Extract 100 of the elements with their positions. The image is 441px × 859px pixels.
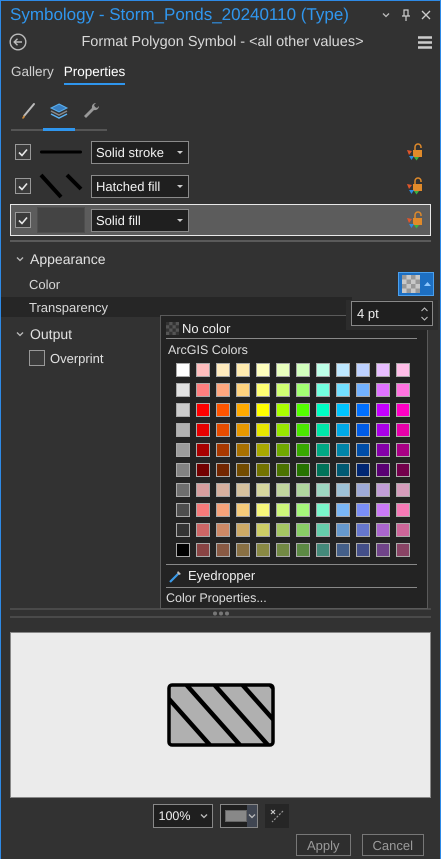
color-swatch[interactable] — [396, 403, 410, 417]
color-swatch[interactable] — [216, 443, 230, 457]
color-swatch[interactable] — [376, 543, 390, 557]
color-swatch[interactable] — [256, 363, 270, 377]
color-swatch[interactable] — [356, 543, 370, 557]
color-swatch[interactable] — [336, 463, 350, 477]
color-swatch[interactable] — [256, 523, 270, 537]
color-swatch[interactable] — [376, 463, 390, 477]
color-swatch[interactable] — [216, 543, 230, 557]
color-swatch[interactable] — [296, 463, 310, 477]
color-swatch[interactable] — [336, 483, 350, 497]
checkbox[interactable] — [15, 212, 31, 228]
color-swatch[interactable] — [396, 363, 410, 377]
color-swatch[interactable] — [376, 443, 390, 457]
color-swatch[interactable] — [176, 543, 190, 557]
color-swatch[interactable] — [196, 363, 210, 377]
color-swatch[interactable] — [356, 483, 370, 497]
color-swatch[interactable] — [216, 423, 230, 437]
eyedropper-option[interactable]: Eyedropper — [166, 565, 417, 587]
color-swatch[interactable] — [176, 483, 190, 497]
back-icon[interactable] — [9, 33, 27, 51]
color-swatch[interactable] — [276, 363, 290, 377]
color-swatch[interactable] — [356, 523, 370, 537]
color-swatch[interactable] — [316, 383, 330, 397]
color-swatch[interactable] — [196, 403, 210, 417]
color-swatch[interactable] — [216, 363, 230, 377]
color-swatch[interactable] — [196, 543, 210, 557]
color-swatch[interactable] — [216, 483, 230, 497]
color-picker-button[interactable] — [398, 272, 434, 296]
close-icon[interactable] — [420, 9, 432, 21]
color-swatch[interactable] — [356, 503, 370, 517]
color-swatch[interactable] — [356, 363, 370, 377]
color-swatch[interactable] — [336, 403, 350, 417]
color-swatch[interactable] — [296, 363, 310, 377]
color-swatch[interactable] — [376, 363, 390, 377]
color-swatch[interactable] — [276, 463, 290, 477]
color-swatch[interactable] — [396, 443, 410, 457]
color-swatch[interactable] — [376, 383, 390, 397]
color-swatch[interactable] — [316, 403, 330, 417]
color-swatch[interactable] — [256, 403, 270, 417]
color-swatch[interactable] — [196, 383, 210, 397]
color-swatch[interactable] — [276, 443, 290, 457]
color-swatch[interactable] — [236, 403, 250, 417]
symbol-layer-row[interactable]: Solid fill — [10, 204, 431, 236]
color-swatch[interactable] — [356, 443, 370, 457]
color-swatch[interactable] — [316, 483, 330, 497]
color-swatch[interactable] — [296, 483, 310, 497]
color-swatch[interactable] — [236, 463, 250, 477]
no-color-option[interactable]: No color — [166, 318, 230, 338]
color-swatch[interactable] — [396, 383, 410, 397]
color-swatch[interactable] — [216, 403, 230, 417]
color-swatch[interactable] — [236, 443, 250, 457]
color-swatch[interactable] — [236, 363, 250, 377]
color-swatch[interactable] — [176, 383, 190, 397]
color-swatch[interactable] — [376, 483, 390, 497]
color-swatch[interactable] — [256, 423, 270, 437]
color-swatch[interactable] — [316, 463, 330, 477]
color-swatch[interactable] — [316, 423, 330, 437]
color-swatch[interactable] — [236, 543, 250, 557]
color-swatch[interactable] — [336, 363, 350, 377]
color-swatch[interactable] — [336, 503, 350, 517]
menu-icon[interactable] — [418, 36, 432, 48]
color-swatch[interactable] — [276, 483, 290, 497]
dialog-button[interactable]: Cancel — [362, 834, 424, 856]
color-swatch[interactable] — [296, 383, 310, 397]
color-swatch[interactable] — [356, 423, 370, 437]
color-swatch[interactable] — [256, 483, 270, 497]
color-swatch[interactable] — [356, 403, 370, 417]
tab[interactable]: Gallery — [11, 62, 54, 85]
color-swatch[interactable] — [276, 543, 290, 557]
color-swatch[interactable] — [296, 423, 310, 437]
pin-icon[interactable] — [400, 9, 412, 21]
color-swatch[interactable] — [216, 383, 230, 397]
color-swatch[interactable] — [336, 523, 350, 537]
color-swatch[interactable] — [236, 523, 250, 537]
color-swatch[interactable] — [256, 543, 270, 557]
color-swatch[interactable] — [336, 543, 350, 557]
layer-type-dropdown[interactable]: Solid fill — [91, 208, 189, 232]
color-swatch[interactable] — [176, 423, 190, 437]
color-swatch[interactable] — [396, 423, 410, 437]
color-swatch[interactable] — [176, 523, 190, 537]
color-swatch[interactable] — [276, 523, 290, 537]
splitter-handle-icon[interactable] — [212, 610, 230, 616]
color-swatch[interactable] — [376, 403, 390, 417]
color-swatch[interactable] — [236, 423, 250, 437]
color-swatch[interactable] — [376, 523, 390, 537]
symbol-layer-row[interactable]: Hatched fill — [10, 170, 431, 202]
color-swatch[interactable] — [376, 423, 390, 437]
width-field[interactable]: 4 pt — [351, 301, 433, 326]
color-swatch[interactable] — [276, 383, 290, 397]
color-swatch[interactable] — [296, 543, 310, 557]
color-swatch[interactable] — [236, 503, 250, 517]
color-swatch[interactable] — [296, 443, 310, 457]
color-swatch[interactable] — [196, 443, 210, 457]
color-swatch[interactable] — [316, 523, 330, 537]
color-swatch[interactable] — [236, 383, 250, 397]
color-swatch[interactable] — [276, 503, 290, 517]
color-swatch[interactable] — [256, 383, 270, 397]
layer-type-dropdown[interactable]: Hatched fill — [91, 174, 189, 198]
zoom-dropdown[interactable]: 100% — [152, 804, 212, 828]
